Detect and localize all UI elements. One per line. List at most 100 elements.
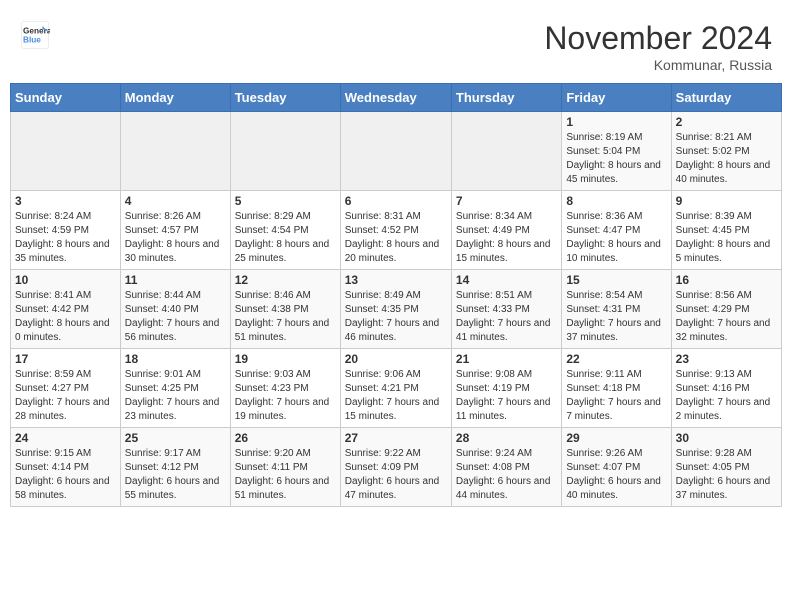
calendar-cell	[340, 112, 451, 191]
day-info: Sunrise: 9:06 AMSunset: 4:21 PMDaylight:…	[345, 368, 447, 424]
day-info-line: Daylight: 6 hours and 44 minutes.	[456, 475, 557, 503]
day-info: Sunrise: 8:24 AMSunset: 4:59 PMDaylight:…	[15, 210, 116, 266]
day-number: 30	[676, 431, 777, 445]
calendar-cell: 15 Sunrise: 8:54 AMSunset: 4:31 PMDayligh…	[562, 270, 671, 349]
day-info-line: Sunset: 4:25 PM	[125, 382, 226, 396]
day-number: 1	[566, 115, 666, 129]
calendar-cell: 8 Sunrise: 8:36 AMSunset: 4:47 PMDaylight…	[562, 191, 671, 270]
day-info-line: Daylight: 7 hours and 56 minutes.	[125, 317, 226, 345]
calendar-cell: 28Sunrise: 9:24 AMSunset: 4:08 PMDayligh…	[451, 428, 561, 507]
day-number: 29	[566, 431, 666, 445]
calendar-cell: 17Sunrise: 8:59 AMSunset: 4:27 PMDayligh…	[11, 349, 121, 428]
day-info-line: Daylight: 6 hours and 37 minutes.	[676, 475, 777, 503]
calendar-cell: 14Sunrise: 8:51 AMSunset: 4:33 PMDayligh…	[451, 270, 561, 349]
calendar-cell: 12Sunrise: 8:46 AMSunset: 4:38 PMDayligh…	[230, 270, 340, 349]
title-area: November 2024 Kommunar, Russia	[544, 20, 772, 73]
calendar-cell: 20 Sunrise: 9:06 AMSunset: 4:21 PMDayligh…	[340, 349, 451, 428]
day-info: Sunrise: 9:24 AMSunset: 4:08 PMDaylight:…	[456, 447, 557, 503]
calendar-cell: 4Sunrise: 8:26 AMSunset: 4:57 PMDaylight…	[120, 191, 230, 270]
day-info-line: Sunset: 4:19 PM	[456, 382, 557, 396]
day-info-line: Sunset: 4:08 PM	[456, 461, 557, 475]
day-number: 10	[15, 273, 116, 287]
day-info: Sunrise: 8:41 AMSunset: 4:42 PMDaylight:…	[15, 289, 116, 345]
day-info-line: Sunrise: 8:39 AM	[676, 210, 777, 224]
day-info: Sunrise: 8:19 AMSunset: 5:04 PMDaylight:…	[566, 131, 666, 187]
calendar-week-5: 24Sunrise: 9:15 AMSunset: 4:14 PMDayligh…	[11, 428, 782, 507]
day-info: Sunrise: 8:49 AMSunset: 4:35 PMDaylight:…	[345, 289, 447, 345]
day-info: Sunrise: 8:54 AMSunset: 4:31 PMDaylight:…	[566, 289, 666, 345]
location: Kommunar, Russia	[544, 57, 772, 73]
day-info-line: Sunrise: 9:17 AM	[125, 447, 226, 461]
month-title: November 2024	[544, 20, 772, 57]
day-info: Sunrise: 9:01 AMSunset: 4:25 PMDaylight:…	[125, 368, 226, 424]
day-info: Sunrise: 8:51 AMSunset: 4:33 PMDaylight:…	[456, 289, 557, 345]
day-info-line: Sunrise: 9:11 AM	[566, 368, 666, 382]
day-info-line: Daylight: 8 hours and 0 minutes.	[15, 317, 116, 345]
day-info-line: Sunset: 4:23 PM	[235, 382, 336, 396]
day-info-line: Daylight: 8 hours and 15 minutes.	[456, 238, 557, 266]
day-info: Sunrise: 8:56 AMSunset: 4:29 PMDaylight:…	[676, 289, 777, 345]
day-info-line: Daylight: 7 hours and 28 minutes.	[15, 396, 116, 424]
calendar-week-1: 1 Sunrise: 8:19 AMSunset: 5:04 PMDaylight…	[11, 112, 782, 191]
day-info: Sunrise: 8:26 AMSunset: 4:57 PMDaylight:…	[125, 210, 226, 266]
day-info: Sunrise: 8:39 AMSunset: 4:45 PMDaylight:…	[676, 210, 777, 266]
day-number: 24	[15, 431, 116, 445]
day-info: Sunrise: 8:44 AMSunset: 4:40 PMDaylight:…	[125, 289, 226, 345]
day-number: 7	[456, 194, 557, 208]
calendar-cell: 5Sunrise: 8:29 AMSunset: 4:54 PMDaylight…	[230, 191, 340, 270]
day-number: 9	[676, 194, 777, 208]
calendar-week-4: 17Sunrise: 8:59 AMSunset: 4:27 PMDayligh…	[11, 349, 782, 428]
day-number: 22	[566, 352, 666, 366]
calendar-cell: 26Sunrise: 9:20 AMSunset: 4:11 PMDayligh…	[230, 428, 340, 507]
day-number: 26	[235, 431, 336, 445]
day-info-line: Sunset: 5:02 PM	[676, 145, 777, 159]
day-info-line: Sunset: 4:31 PM	[566, 303, 666, 317]
day-number: 15	[566, 273, 666, 287]
day-info-line: Sunrise: 9:26 AM	[566, 447, 666, 461]
calendar-cell: 3Sunrise: 8:24 AMSunset: 4:59 PMDaylight…	[11, 191, 121, 270]
day-number: 6	[345, 194, 447, 208]
day-info-line: Sunset: 4:29 PM	[676, 303, 777, 317]
calendar-cell: 18Sunrise: 9:01 AMSunset: 4:25 PMDayligh…	[120, 349, 230, 428]
day-number: 2	[676, 115, 777, 129]
weekday-header-sunday: Sunday	[11, 84, 121, 112]
day-info-line: Sunset: 5:04 PM	[566, 145, 666, 159]
day-info-line: Sunrise: 8:31 AM	[345, 210, 447, 224]
day-number: 8	[566, 194, 666, 208]
calendar-cell: 25Sunrise: 9:17 AMSunset: 4:12 PMDayligh…	[120, 428, 230, 507]
day-number: 27	[345, 431, 447, 445]
day-number: 5	[235, 194, 336, 208]
day-info-line: Daylight: 6 hours and 58 minutes.	[15, 475, 116, 503]
logo: General Blue	[20, 20, 50, 50]
day-info-line: Daylight: 6 hours and 55 minutes.	[125, 475, 226, 503]
day-number: 20	[345, 352, 447, 366]
day-info-line: Daylight: 7 hours and 41 minutes.	[456, 317, 557, 345]
day-info-line: Daylight: 8 hours and 20 minutes.	[345, 238, 447, 266]
day-info-line: Sunrise: 9:28 AM	[676, 447, 777, 461]
day-info-line: Sunrise: 8:56 AM	[676, 289, 777, 303]
day-info-line: Sunset: 4:45 PM	[676, 224, 777, 238]
day-info-line: Sunrise: 8:24 AM	[15, 210, 116, 224]
day-info: Sunrise: 9:28 AMSunset: 4:05 PMDaylight:…	[676, 447, 777, 503]
day-info-line: Daylight: 8 hours and 30 minutes.	[125, 238, 226, 266]
day-info: Sunrise: 9:11 AMSunset: 4:18 PMDaylight:…	[566, 368, 666, 424]
day-info: Sunrise: 8:36 AMSunset: 4:47 PMDaylight:…	[566, 210, 666, 266]
day-info-line: Daylight: 7 hours and 15 minutes.	[345, 396, 447, 424]
day-number: 25	[125, 431, 226, 445]
day-info-line: Sunset: 4:07 PM	[566, 461, 666, 475]
calendar-cell: 19Sunrise: 9:03 AMSunset: 4:23 PMDayligh…	[230, 349, 340, 428]
calendar-week-2: 3Sunrise: 8:24 AMSunset: 4:59 PMDaylight…	[11, 191, 782, 270]
day-info-line: Sunrise: 8:36 AM	[566, 210, 666, 224]
day-info-line: Sunrise: 8:51 AM	[456, 289, 557, 303]
calendar-cell: 29Sunrise: 9:26 AMSunset: 4:07 PMDayligh…	[562, 428, 671, 507]
calendar-cell: 13Sunrise: 8:49 AMSunset: 4:35 PMDayligh…	[340, 270, 451, 349]
header: General Blue November 2024 Kommunar, Rus…	[10, 10, 782, 78]
day-info-line: Sunrise: 9:08 AM	[456, 368, 557, 382]
weekday-header-saturday: Saturday	[671, 84, 781, 112]
day-info-line: Sunrise: 9:06 AM	[345, 368, 447, 382]
day-info-line: Sunset: 4:21 PM	[345, 382, 447, 396]
day-info-line: Sunrise: 8:54 AM	[566, 289, 666, 303]
calendar-cell: 2Sunrise: 8:21 AMSunset: 5:02 PMDaylight…	[671, 112, 781, 191]
day-info-line: Daylight: 7 hours and 2 minutes.	[676, 396, 777, 424]
day-info: Sunrise: 9:08 AMSunset: 4:19 PMDaylight:…	[456, 368, 557, 424]
